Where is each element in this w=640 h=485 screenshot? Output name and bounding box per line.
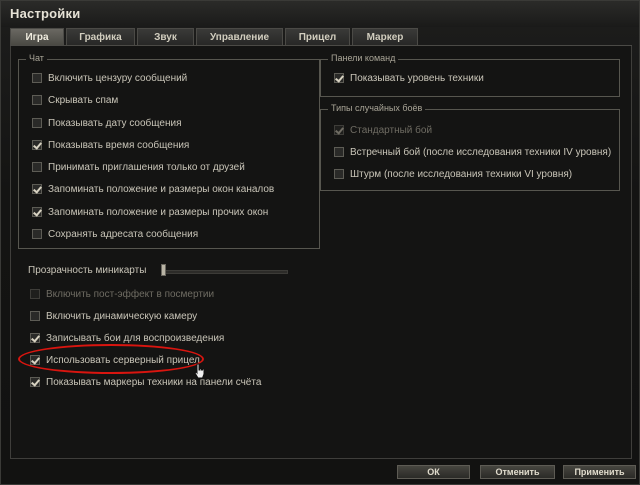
- checkbox[interactable]: [32, 207, 42, 217]
- button-bar: ОК Отменить Применить: [1, 460, 639, 485]
- option-dynamic-camera[interactable]: Включить динамическую камеру: [30, 309, 197, 323]
- tab-sound-label: Звук: [154, 32, 177, 43]
- minimap-transparency-slider[interactable]: [161, 270, 288, 274]
- battle-type-assault[interactable]: Штурм (после исследования техники VI уро…: [334, 167, 572, 181]
- team-panels-group: Панели команд Показывать уровень техники: [320, 53, 620, 97]
- chat-group: Чат Включить цензуру сообщений Скрывать …: [18, 53, 320, 249]
- checkbox[interactable]: [32, 162, 42, 172]
- slider-thumb[interactable]: [161, 264, 166, 276]
- apply-button[interactable]: Применить: [563, 465, 636, 479]
- apply-button-label: Применить: [574, 467, 625, 477]
- option-label: Показывать время сообщения: [48, 139, 190, 151]
- checkbox[interactable]: [32, 73, 42, 83]
- checkbox[interactable]: [334, 169, 344, 179]
- option-label: Стандартный бой: [350, 124, 433, 136]
- ok-button[interactable]: ОК: [397, 465, 470, 479]
- cancel-button-label: Отменить: [495, 467, 540, 477]
- hand-cursor-icon: [194, 363, 205, 379]
- battle-types-legend: Типы случайных боёв: [328, 103, 426, 113]
- option-label: Включить пост-эффект в посмертии: [46, 288, 215, 300]
- option-record-battles[interactable]: Записывать бои для воспроизведения: [30, 331, 224, 345]
- option-label: Встречный бой (после исследования техник…: [350, 146, 612, 158]
- option-label: Показывать дату сообщения: [48, 117, 182, 129]
- tab-graphics[interactable]: Графика: [66, 28, 135, 46]
- tab-controls-label: Управление: [209, 32, 270, 43]
- chat-option-friends-invites[interactable]: Принимать приглашения только от друзей: [32, 160, 245, 174]
- ok-button-label: ОК: [427, 467, 440, 477]
- checkbox: [30, 289, 40, 299]
- checkbox[interactable]: [32, 140, 42, 150]
- option-label: Скрывать спам: [48, 94, 119, 106]
- highlight-ellipse: [18, 344, 204, 374]
- checkbox[interactable]: [32, 95, 42, 105]
- option-label: Штурм (после исследования техники VI уро…: [350, 168, 573, 180]
- option-label: Записывать бои для воспроизведения: [46, 332, 225, 344]
- window-title: Настройки: [10, 6, 81, 21]
- tab-crosshair[interactable]: Прицел: [285, 28, 350, 46]
- title-bar: Настройки: [1, 1, 639, 27]
- checkbox[interactable]: [30, 377, 40, 387]
- tab-sound[interactable]: Звук: [137, 28, 194, 46]
- option-label: Запоминать положение и размеры окон кана…: [48, 183, 275, 195]
- option-vehicle-markers-score[interactable]: Показывать маркеры техники на панели счё…: [30, 375, 261, 389]
- checkbox[interactable]: [32, 184, 42, 194]
- team-panels-legend: Панели команд: [328, 53, 399, 63]
- settings-window: Настройки Игра Графика Звук Управление П…: [0, 0, 640, 485]
- battle-type-standard: Стандартный бой: [334, 123, 432, 137]
- battle-types-group: Типы случайных боёв Стандартный бой Встр…: [320, 103, 620, 191]
- checkbox[interactable]: [30, 333, 40, 343]
- checkbox: [334, 125, 344, 135]
- checkbox[interactable]: [334, 147, 344, 157]
- tab-marker-label: Маркер: [366, 32, 404, 43]
- option-label: Запоминать положение и размеры прочих ок…: [48, 206, 269, 218]
- checkbox[interactable]: [32, 229, 42, 239]
- checkbox[interactable]: [334, 73, 344, 83]
- option-postmortem-effect: Включить пост-эффект в посмертии: [30, 287, 214, 301]
- option-label: Включить динамическую камеру: [46, 310, 198, 322]
- team-panels-option-tier[interactable]: Показывать уровень техники: [334, 71, 484, 85]
- chat-legend: Чат: [26, 53, 47, 63]
- tab-marker[interactable]: Маркер: [352, 28, 418, 46]
- tab-graphics-label: Графика: [79, 32, 122, 43]
- tab-controls[interactable]: Управление: [196, 28, 283, 46]
- cancel-button[interactable]: Отменить: [480, 465, 555, 479]
- chat-option-censor[interactable]: Включить цензуру сообщений: [32, 71, 187, 85]
- option-label: Сохранять адресата сообщения: [48, 228, 199, 240]
- chat-option-show-time[interactable]: Показывать время сообщения: [32, 138, 189, 152]
- tab-crosshair-label: Прицел: [298, 32, 337, 43]
- option-label: Показывать уровень техники: [350, 72, 484, 84]
- chat-option-hide-spam[interactable]: Скрывать спам: [32, 93, 118, 107]
- battle-type-encounter[interactable]: Встречный бой (после исследования техник…: [334, 145, 611, 159]
- checkbox[interactable]: [30, 311, 40, 321]
- chat-option-remember-channel-windows[interactable]: Запоминать положение и размеры окон кана…: [32, 182, 274, 196]
- chat-option-remember-other-windows[interactable]: Запоминать положение и размеры прочих ок…: [32, 205, 268, 219]
- minimap-transparency-label: Прозрачность миникарты: [28, 265, 147, 276]
- option-label: Показывать маркеры техники на панели счё…: [46, 376, 262, 388]
- tab-bar: Игра Графика Звук Управление Прицел Марк…: [10, 28, 420, 46]
- tab-game-label: Игра: [25, 32, 49, 43]
- tab-game[interactable]: Игра: [10, 28, 64, 46]
- game-settings-panel: Чат Включить цензуру сообщений Скрывать …: [10, 46, 632, 459]
- option-label: Принимать приглашения только от друзей: [48, 161, 245, 173]
- chat-option-show-date[interactable]: Показывать дату сообщения: [32, 116, 182, 130]
- checkbox[interactable]: [32, 118, 42, 128]
- chat-option-save-recipient[interactable]: Сохранять адресата сообщения: [32, 227, 198, 241]
- option-label: Включить цензуру сообщений: [48, 72, 188, 84]
